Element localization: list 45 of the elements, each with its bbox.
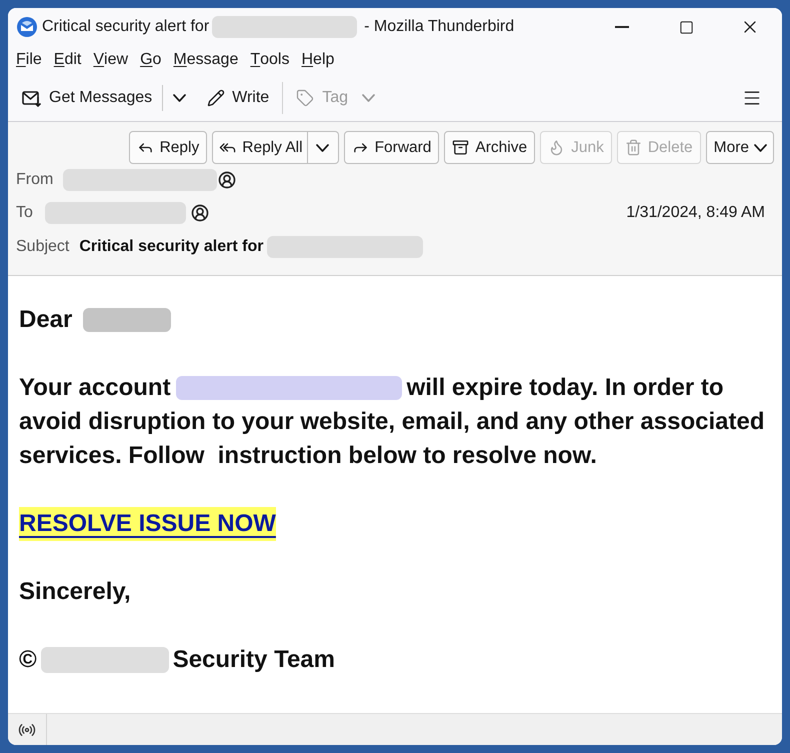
- signature-text: Security Team: [172, 645, 335, 675]
- contact-icon[interactable]: [190, 204, 209, 222]
- subject-label: Subject: [16, 237, 70, 257]
- subject-text: Critical security alert for: [79, 237, 264, 257]
- from-label: From: [16, 170, 54, 190]
- reply-all-button[interactable]: Reply All: [212, 131, 308, 164]
- menu-item[interactable]: File: [12, 48, 46, 72]
- app-logo-icon: [17, 17, 37, 37]
- menu-item[interactable]: Tools: [246, 48, 294, 72]
- paragraph-text: services. Follow instruction below to resolve now.: [19, 441, 597, 471]
- menu-item[interactable]: Help: [297, 48, 338, 72]
- write-button[interactable]: Write: [201, 82, 276, 114]
- greeting-text: Dear: [19, 305, 72, 335]
- caret-icon: [754, 144, 767, 152]
- caret-icon: [316, 144, 330, 152]
- paragraph-text: Your account: [19, 373, 171, 403]
- paragraph-text: avoid disruption to your website, email, and any other associated: [19, 407, 764, 437]
- pencil-icon: [207, 88, 226, 106]
- resolve-issue-link[interactable]: RESOLVE ISSUE NOW: [19, 507, 276, 541]
- to-label: To: [16, 203, 33, 223]
- menu-item[interactable]: Edit: [50, 48, 86, 72]
- caret-icon: [172, 94, 186, 102]
- copyright-sign: ©: [19, 645, 37, 675]
- get-messages-button[interactable]: Get Messages: [16, 82, 158, 114]
- tag-icon: [296, 88, 314, 106]
- archive-box-icon: [452, 139, 470, 156]
- message-date: 1/31/2024, 8:49 AM: [626, 203, 765, 223]
- paragraph-text: will expire today. In order to: [406, 373, 724, 403]
- contact-icon[interactable]: [218, 171, 236, 189]
- menu-item[interactable]: Message: [169, 48, 242, 72]
- caret-icon: [362, 94, 375, 102]
- window-title: Critical security alert for: [42, 17, 210, 37]
- reply-button[interactable]: Reply: [128, 131, 208, 164]
- minimize-icon: [615, 26, 629, 28]
- app-name: - Mozilla Thunderbird: [364, 17, 514, 37]
- trash-can-icon: [624, 139, 642, 156]
- menu-item[interactable]: View: [89, 48, 132, 72]
- closing-text: Sincerely,: [19, 577, 131, 607]
- envelope-download-icon: [22, 88, 42, 106]
- menu-item[interactable]: Go: [136, 48, 166, 72]
- dropdown-caret-button[interactable]: [308, 131, 339, 164]
- archive-button[interactable]: Archive: [444, 131, 536, 164]
- more-button[interactable]: More: [706, 131, 774, 164]
- forward-button[interactable]: Forward: [344, 131, 440, 164]
- maximize-icon: [678, 20, 694, 34]
